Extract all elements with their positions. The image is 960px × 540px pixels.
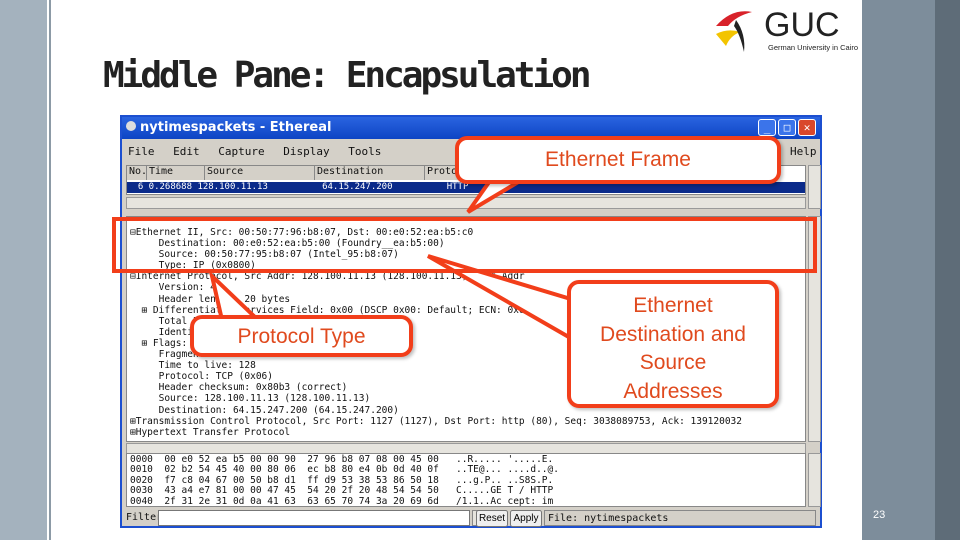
hex-row[interactable]: 0040 2f 31 2e 31 0d 0a 41 63 63 65 70 74… [130, 496, 802, 507]
guc-logo: GUC German University in Cairo [716, 6, 858, 52]
app-icon [126, 121, 136, 131]
menu-capture[interactable]: Capture [218, 145, 264, 158]
slide-title: Middle Pane: Encapsulation [103, 55, 592, 96]
svg-text:GUC: GUC [764, 6, 840, 44]
detail-tree-item[interactable]: ⊞Hypertext Transfer Protocol [130, 427, 805, 438]
menu-file[interactable]: File [128, 145, 155, 158]
hex-dump-pane: 0000 00 e0 52 ea b5 00 00 90 27 96 b8 07… [126, 453, 806, 507]
menu-tools[interactable]: Tools [348, 145, 381, 158]
callout-line: Destination and [600, 322, 746, 346]
page-number: 23 [873, 509, 886, 521]
filter-input[interactable] [158, 510, 470, 526]
ethernet-highlight-rect [112, 217, 817, 273]
minimize-button[interactable]: _ [758, 119, 776, 136]
filter-bar: Filter: ▾ Reset Apply File: nytimespacke… [122, 509, 820, 527]
svg-text:German University in Cairo: German University in Cairo [768, 43, 858, 52]
hex-scrollbar[interactable] [808, 453, 821, 507]
packet-list-hscrollbar[interactable] [126, 197, 806, 209]
right-decor-stripe-dark [935, 0, 960, 540]
left-decor-line [49, 0, 51, 540]
reset-button[interactable]: Reset [476, 510, 508, 527]
col-source[interactable]: Source [205, 166, 315, 180]
apply-button[interactable]: Apply [510, 510, 542, 527]
menu-display[interactable]: Display [283, 145, 329, 158]
status-bar: File: nytimespackets [544, 510, 816, 526]
callout-line: Source [639, 351, 707, 374]
col-no[interactable]: No. [127, 166, 147, 180]
right-decor-stripe [862, 0, 935, 540]
col-destination[interactable]: Destination [315, 166, 425, 180]
maximize-button[interactable]: □ [778, 119, 796, 136]
callout-line: Addresses [623, 379, 723, 403]
menu-edit[interactable]: Edit [173, 145, 200, 158]
menu-help[interactable]: Help [790, 145, 817, 158]
packet-list-scrollbar[interactable] [808, 165, 821, 209]
callout-protocol-type: Protocol Type [190, 315, 413, 357]
close-button[interactable]: ✕ [798, 119, 816, 136]
left-decor-stripe [0, 0, 47, 540]
window-title: nytimespackets - Ethereal [140, 120, 332, 135]
col-time[interactable]: Time [147, 166, 205, 180]
detail-tree-item[interactable]: ⊞Transmission Control Protocol, Src Port… [130, 416, 805, 427]
callout-ethernet-frame: Ethernet Frame [455, 136, 781, 184]
callout-line: Ethernet [633, 294, 713, 317]
callout-addresses: Ethernet Destination and Source Addresse… [567, 280, 779, 408]
